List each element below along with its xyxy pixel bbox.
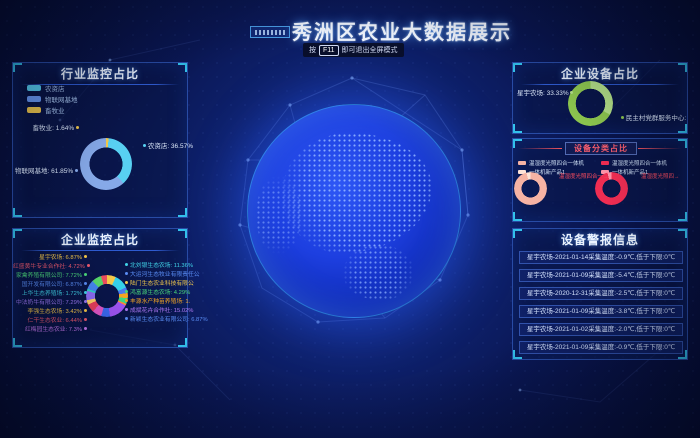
divider (21, 250, 179, 251)
legend-swatch (601, 161, 609, 165)
alarm-row: 星宇农场-2020-12-31采集温度:-2.5℃,低于下限:0℃ (519, 287, 683, 300)
title-line-right (638, 148, 682, 149)
alarm-row: 星宇农场-2021-01-09采集温度:-0.9℃,低于下限:0℃ (519, 341, 683, 354)
device-category-panel: 设备分类占比 温湿度光照四合一体机 一体机新产品1 温湿度光照四合一体机 一体机… (512, 138, 688, 222)
chart-label: 陆门生态农业科技有限公 (125, 281, 194, 288)
legend-swatch (518, 161, 526, 165)
legend-label: 物联网基地 (45, 94, 78, 104)
panel-title: 行业监控占比 (13, 63, 187, 81)
panel-title: 企业监控占比 (13, 229, 187, 247)
legend-label: 畜牧业 (45, 105, 65, 115)
industry-legend: 农资店 物联网基地 畜牧业 (27, 82, 78, 115)
chart-label: 中法奶牛有限公司: 7.29% (13, 300, 87, 307)
industry-monitor-panel: 行业监控占比 农资店 物联网基地 畜牧业 畜牧业: 1.64% 农资店: 36.… (12, 62, 188, 218)
legend-item[interactable]: 温湿度光照四合一体机 (601, 158, 667, 167)
chart-label: 丰源水产种苗养殖场: 1. (125, 299, 190, 306)
legend-label: 农资店 (45, 83, 65, 93)
chart-label: 仁干生态农业: 6.44% (13, 318, 87, 325)
alarm-row: 星宇农场-2021-01-09采集温度:-5.4℃,低于下限:0℃ (519, 269, 683, 282)
legend-swatch (27, 107, 41, 113)
panel-title: 设备警报信息 (513, 229, 687, 247)
globe-continent-dots (343, 245, 413, 300)
panel-title: 企业设备占比 (513, 63, 687, 81)
chart-label: 新颖生态农业有限公司: 6.87% (125, 317, 208, 324)
chart-label: 国开发有限公司: 6.87% (13, 282, 87, 289)
chart-label: 大运河生态牧业有限责任公 (125, 272, 200, 279)
chart-label: 家禽养殖有限公司: 7.72% (13, 273, 87, 280)
category-donut-chart-left[interactable] (514, 172, 547, 205)
brand-logo-glyphs (255, 30, 285, 35)
hint-suffix: 即可退出全屏模式 (342, 45, 398, 55)
legend-item[interactable]: 畜牧业 (27, 104, 78, 115)
chart-label: 红盛黄牛专业合作社: 4.72% (13, 264, 87, 271)
legend-item[interactable]: 温湿度光照四合一体机 (518, 158, 584, 167)
legend-swatch (27, 96, 41, 102)
chart-label: 李强生态农场: 3.42% (13, 309, 87, 316)
chart-label: 畜牧业: 1.64% (19, 125, 79, 133)
chart-label: 成斌花卉合作社: 15.02% (125, 308, 193, 315)
globe-continent-dots (282, 133, 432, 253)
f11-keycap: F11 (319, 45, 339, 56)
chart-label: 温湿度光照四合一→ (559, 172, 609, 180)
industry-donut-chart[interactable] (80, 138, 132, 190)
dashboard-root: { "header": { "title": "秀洲区农业大数据展示", "hi… (0, 0, 700, 438)
legend-item[interactable]: 农资店 (27, 82, 78, 93)
device-donut-chart[interactable] (568, 81, 613, 126)
legend-label: 温湿度光照四合一体机 (529, 159, 584, 167)
chart-label: 温湿度光照四→ (641, 172, 680, 180)
title-line-left (518, 148, 562, 149)
chart-label: 物联网基地: 61.85% (15, 168, 75, 176)
panel-title: 设备分类占比 (565, 142, 637, 155)
chart-label: 北刘银生态农场: 11.36% (125, 263, 193, 270)
label-dot (76, 126, 79, 129)
chart-label: 星宇农场: 6.87% (13, 255, 87, 262)
chart-label: 红梅园生态农业: 7.3% (13, 327, 87, 334)
label-dot (75, 169, 78, 172)
label-dot (143, 144, 146, 147)
hint-prefix: 按 (309, 45, 316, 55)
legend-swatch (27, 85, 41, 91)
legend-item[interactable]: 物联网基地 (27, 93, 78, 104)
chart-label: 农资店: 36.57% (143, 143, 193, 151)
enterprise-monitor-panel: 企业监控占比 星宇农场: 6.87% 红盛黄牛专业合作社: 4.72% 家禽养殖… (12, 228, 188, 348)
enterprise-donut-chart[interactable] (86, 275, 128, 317)
brand-logo (250, 26, 290, 38)
device-ratio-panel: 企业设备占比 星宇农场: 33.33% 民主村党群服务中心: (512, 62, 688, 134)
alarm-row: 星宇农场-2021-01-09采集温度:-3.8℃,低于下限:0℃ (519, 305, 683, 318)
device-alarm-panel: 设备警报信息 星宇农场-2021-01-14采集温度:-0.9℃,低于下限:0℃… (512, 228, 688, 360)
page-title: 秀洲区农业大数据展示 (292, 16, 512, 45)
chart-label: 上华生态养殖场: 1.72% (13, 291, 87, 298)
alarm-row: 星宇农场-2021-01-02采集温度:-2.0℃,低于下限:0℃ (519, 323, 683, 336)
fullscreen-hint: 按 F11 即可退出全屏模式 (303, 43, 404, 57)
globe-visualization (247, 104, 461, 318)
legend-label: 温湿度光照四合一体机 (612, 159, 667, 167)
globe-continent-dots (256, 175, 301, 255)
chart-label: 民主村党群服务中心: (621, 115, 686, 123)
alarm-row: 星宇农场-2021-01-14采集温度:-0.9℃,低于下限:0℃ (519, 251, 683, 264)
label-dot (621, 116, 624, 119)
chart-label: 鸿富源生态农场: 4.29% (125, 290, 190, 297)
chart-label: 星宇农场: 33.33% (517, 90, 567, 98)
